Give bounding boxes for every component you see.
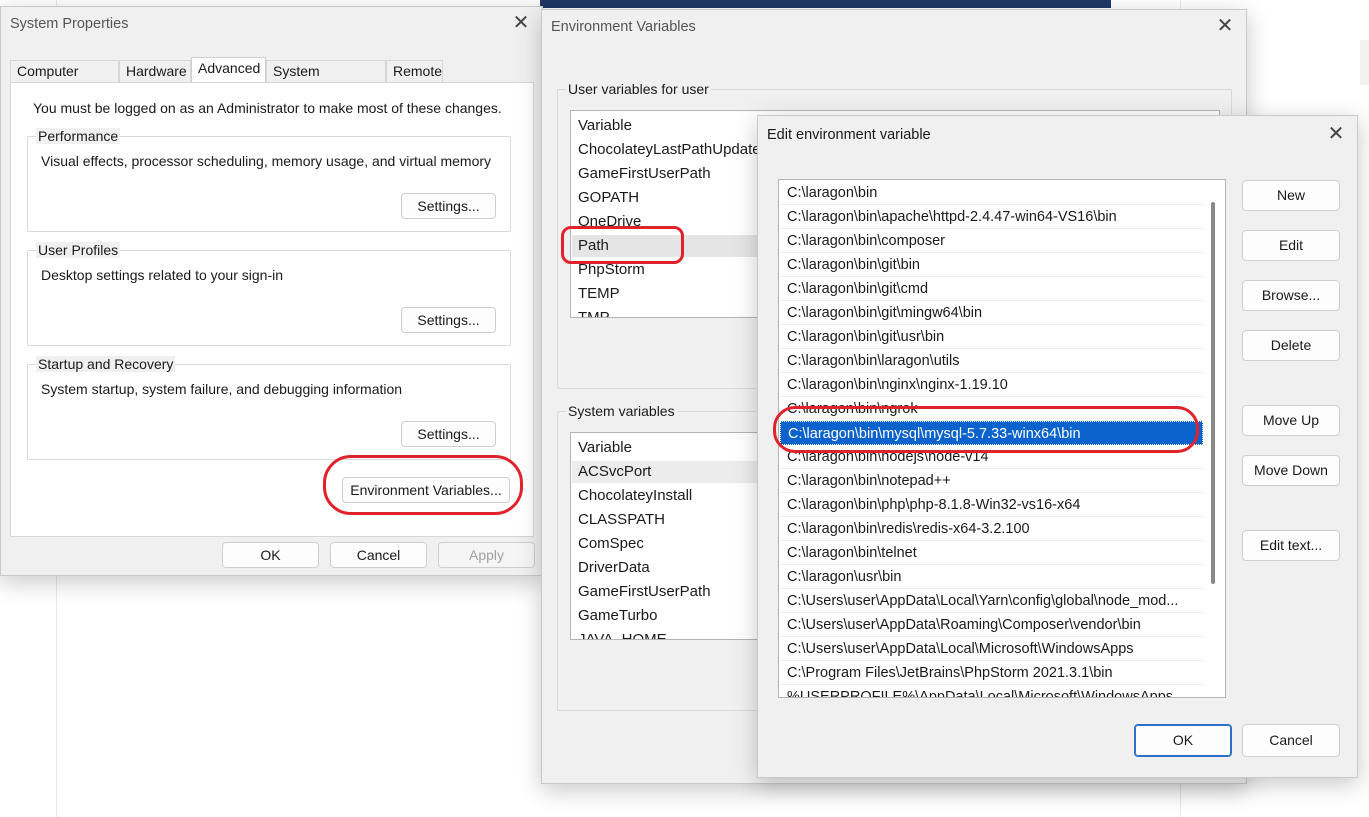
background-edge xyxy=(1360,40,1369,85)
performance-settings-button[interactable]: Settings... xyxy=(401,193,496,219)
path-entries-list[interactable]: C:\laragon\bin C:\laragon\bin\apache\http… xyxy=(778,179,1226,698)
path-entry[interactable]: C:\laragon\bin\php\php-8.1.8-Win32-vs16-… xyxy=(780,493,1203,517)
close-icon[interactable]: ✕ xyxy=(1212,15,1238,39)
edit-env-title: Edit environment variable xyxy=(767,127,931,143)
path-entry[interactable]: C:\laragon\bin\git\mingw64\bin xyxy=(780,301,1203,325)
system-variable-row[interactable]: ChocolateyInstall xyxy=(578,485,692,507)
system-variable-row[interactable]: GameFirstUserPath xyxy=(578,581,711,603)
performance-group: Performance Visual effects, processor sc… xyxy=(27,128,511,232)
path-entry[interactable]: C:\laragon\bin\nodejs\node-v14 xyxy=(780,445,1203,469)
user-variable-row[interactable]: OneDrive xyxy=(578,211,641,233)
path-entry[interactable]: C:\laragon\bin\git\cmd xyxy=(780,277,1203,301)
path-entry[interactable]: C:\laragon\bin\redis\redis-x64-3.2.100 xyxy=(780,517,1203,541)
performance-desc: Visual effects, processor scheduling, me… xyxy=(41,153,492,169)
system-properties-dialog: System Properties ✕ Computer Name Hardwa… xyxy=(0,6,543,576)
system-variable-row[interactable]: DriverData xyxy=(578,557,650,579)
system-properties-cancel-button[interactable]: Cancel xyxy=(330,542,427,568)
close-icon[interactable]: ✕ xyxy=(508,12,534,36)
tab-remote[interactable]: Remote xyxy=(386,60,443,82)
path-entry[interactable]: C:\laragon\bin\notepad++ xyxy=(780,469,1203,493)
path-entry[interactable]: C:\Users\user\AppData\Roaming\Composer\v… xyxy=(780,613,1203,637)
path-entry[interactable]: C:\laragon\bin\ngrok xyxy=(780,397,1203,421)
system-properties-apply-button[interactable]: Apply xyxy=(438,542,535,568)
system-properties-ok-button[interactable]: OK xyxy=(222,542,319,568)
path-entry[interactable]: C:\laragon\bin\laragon\utils xyxy=(780,349,1203,373)
close-icon[interactable]: ✕ xyxy=(1323,123,1349,147)
path-entry-selected[interactable]: C:\laragon\bin\mysql\mysql-5.7.33-winx64… xyxy=(780,421,1203,445)
advanced-tab-panel: You must be logged on as an Administrato… xyxy=(10,82,534,537)
user-profiles-label: User Profiles xyxy=(36,242,121,258)
startup-recovery-group: Startup and Recovery System startup, sys… xyxy=(27,356,511,460)
tab-hardware[interactable]: Hardware xyxy=(119,60,191,82)
admin-note: You must be logged on as an Administrato… xyxy=(33,100,502,116)
path-entry[interactable]: C:\laragon\bin\apache\httpd-2.4.47-win64… xyxy=(780,205,1203,229)
tab-computer-name[interactable]: Computer Name xyxy=(10,60,119,99)
path-entry[interactable]: %USERPROFILE%\AppData\Local\Microsoft\Wi… xyxy=(780,685,1203,697)
startup-recovery-label: Startup and Recovery xyxy=(36,356,176,372)
edit-env-cancel-button[interactable]: Cancel xyxy=(1242,724,1340,757)
path-entry[interactable]: C:\laragon\bin\composer xyxy=(780,229,1203,253)
path-entry[interactable]: C:\laragon\bin\nginx\nginx-1.19.10 xyxy=(780,373,1203,397)
background-titlebar xyxy=(540,0,1111,8)
user-variable-row[interactable]: GOPATH xyxy=(578,187,639,209)
system-variable-row[interactable]: GameTurbo xyxy=(578,605,657,627)
user-variable-row[interactable]: ChocolateyLastPathUpdate xyxy=(578,139,761,161)
environment-variables-titlebar: Environment Variables ✕ xyxy=(542,10,1246,42)
startup-recovery-settings-button[interactable]: Settings... xyxy=(401,421,496,447)
user-profiles-desc: Desktop settings related to your sign-in xyxy=(41,267,284,283)
path-entry[interactable]: C:\Users\user\AppData\Local\Yarn\config\… xyxy=(780,589,1203,613)
tab-system-protection[interactable]: System Protection xyxy=(266,60,386,99)
move-up-button[interactable]: Move Up xyxy=(1242,405,1340,436)
environment-variables-button[interactable]: Environment Variables... xyxy=(342,477,510,503)
system-variables-header: Variable xyxy=(578,439,632,456)
delete-button[interactable]: Delete xyxy=(1242,330,1340,361)
user-variable-row[interactable]: TMP xyxy=(578,307,610,317)
edit-text-button[interactable]: Edit text... xyxy=(1242,530,1340,561)
user-variable-row[interactable]: PhpStorm xyxy=(578,259,645,281)
path-entry[interactable]: C:\Program Files\JetBrains\PhpStorm 2021… xyxy=(780,661,1203,685)
system-variable-row[interactable]: JAVA_HOME xyxy=(578,629,667,639)
system-variable-row[interactable]: ComSpec xyxy=(578,533,644,555)
system-properties-title: System Properties xyxy=(10,16,129,32)
user-variable-row[interactable]: GameFirstUserPath xyxy=(578,163,711,185)
path-entry[interactable]: C:\laragon\bin\telnet xyxy=(780,541,1203,565)
user-variable-row[interactable]: TEMP xyxy=(578,283,620,305)
user-profiles-group: User Profiles Desktop settings related t… xyxy=(27,242,511,346)
edit-environment-variable-dialog: Edit environment variable ✕ C:\laragon\b… xyxy=(757,115,1358,778)
move-down-button[interactable]: Move Down xyxy=(1242,455,1340,486)
path-entry[interactable]: C:\laragon\bin\git\usr\bin xyxy=(780,325,1203,349)
user-variables-header: Variable xyxy=(578,117,632,134)
browse-button[interactable]: Browse... xyxy=(1242,280,1340,311)
edit-env-titlebar: Edit environment variable ✕ xyxy=(758,116,1357,148)
startup-recovery-desc: System startup, system failure, and debu… xyxy=(41,381,403,397)
user-profiles-settings-button[interactable]: Settings... xyxy=(401,307,496,333)
edit-button[interactable]: Edit xyxy=(1242,230,1340,261)
system-variables-label: System variables xyxy=(566,403,677,419)
tab-advanced[interactable]: Advanced xyxy=(191,57,266,83)
path-entry[interactable]: C:\laragon\bin xyxy=(780,181,1203,205)
user-variables-label: User variables for user xyxy=(566,81,711,97)
path-list-scrollbar[interactable] xyxy=(1211,202,1215,584)
new-button[interactable]: New xyxy=(1242,180,1340,211)
environment-variables-title: Environment Variables xyxy=(551,19,696,35)
path-entry[interactable]: C:\laragon\usr\bin xyxy=(780,565,1203,589)
performance-label: Performance xyxy=(36,128,121,144)
system-properties-titlebar: System Properties ✕ xyxy=(1,7,542,39)
path-entry[interactable]: C:\Users\user\AppData\Local\Microsoft\Wi… xyxy=(780,637,1203,661)
path-entry[interactable]: C:\laragon\bin\git\bin xyxy=(780,253,1203,277)
edit-env-ok-button[interactable]: OK xyxy=(1134,724,1232,757)
system-variable-row[interactable]: CLASSPATH xyxy=(578,509,665,531)
